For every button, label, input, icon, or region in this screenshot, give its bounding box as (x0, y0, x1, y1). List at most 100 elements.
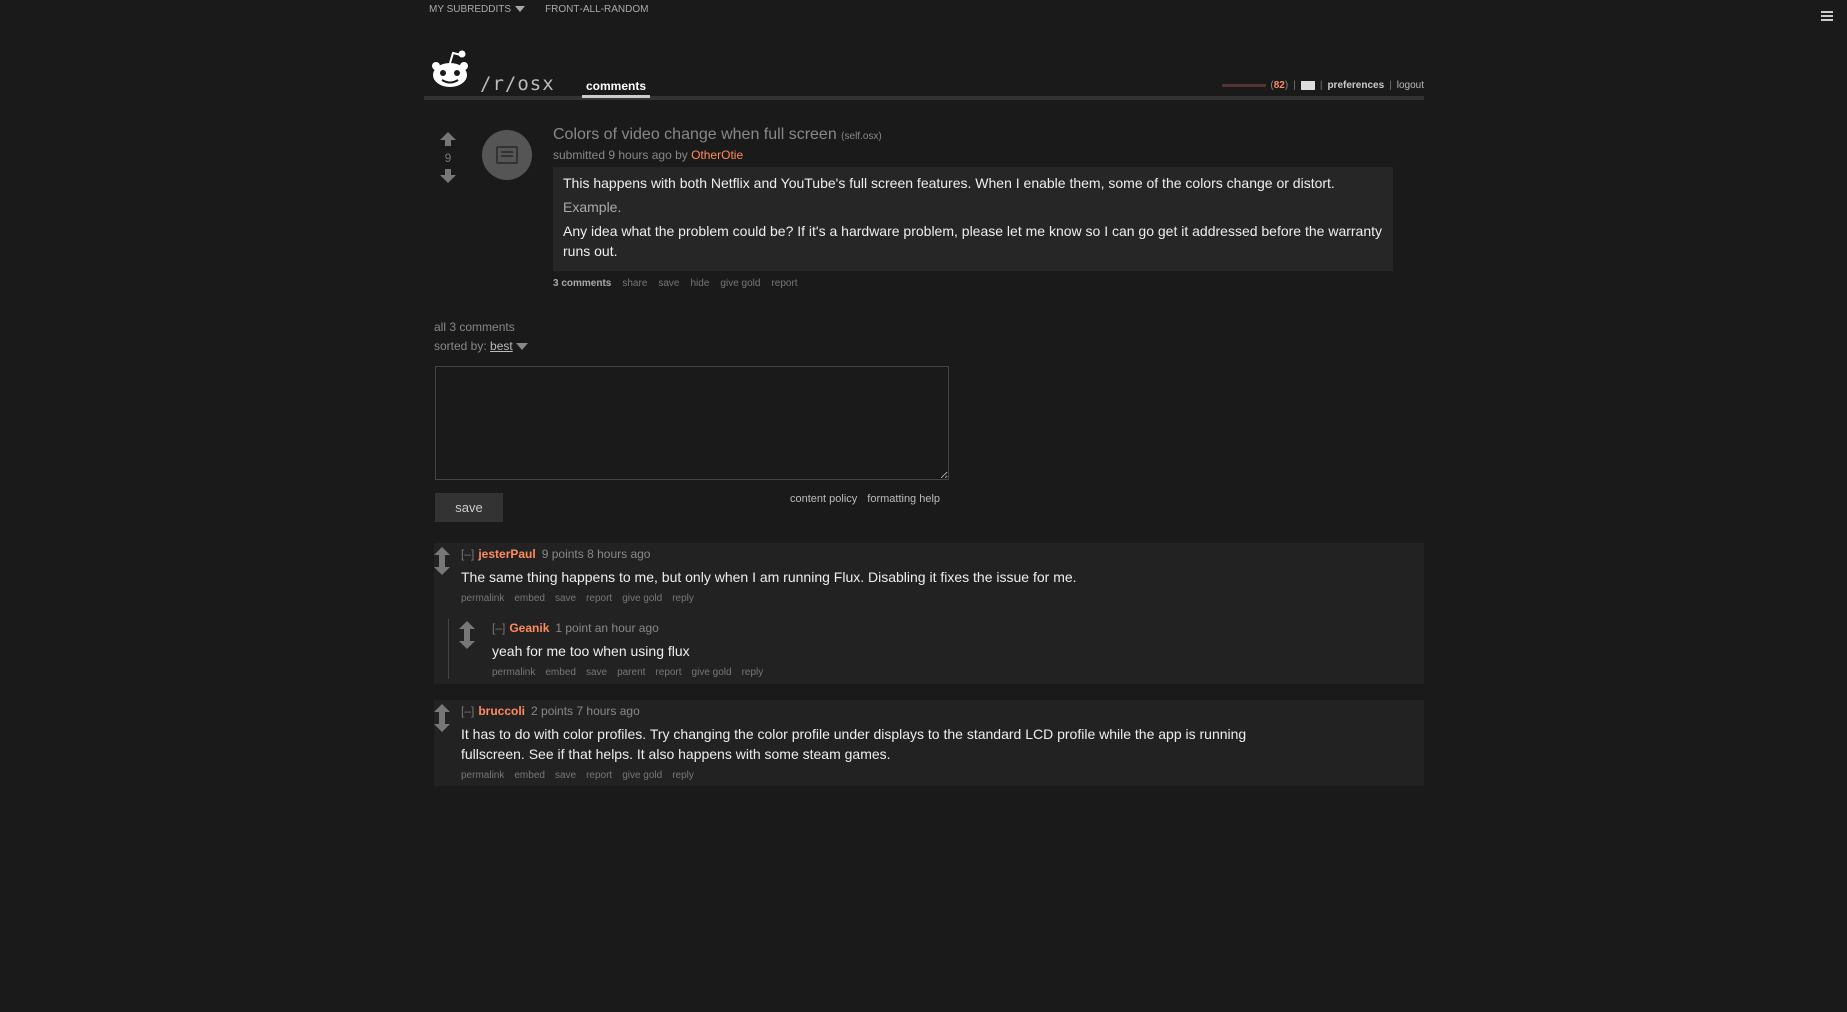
all-link[interactable]: ALL (583, 4, 601, 15)
share-link[interactable]: share (622, 278, 647, 289)
downvote-arrow-icon[interactable] (434, 561, 450, 576)
menu-icon[interactable] (1821, 11, 1833, 21)
all-comments-label[interactable]: all 3 comments (434, 320, 528, 334)
give-gold-link[interactable]: give gold (622, 593, 662, 604)
separator: | (1293, 80, 1296, 91)
reply-link[interactable]: reply (742, 667, 764, 678)
report-link[interactable]: report (771, 278, 797, 289)
collapse-toggle[interactable]: [–] (492, 621, 505, 635)
save-link[interactable]: save (586, 667, 607, 678)
comment-body: [–] Geanik 1 point an hour ago yeah for me… (492, 621, 1092, 678)
downvote-arrow-icon[interactable] (440, 169, 456, 184)
post-title[interactable]: Colors of video change when full screen (553, 126, 837, 143)
save-link[interactable]: save (658, 278, 679, 289)
my-subreddits-label: MY SUBREDDITS (429, 3, 512, 15)
comment-author[interactable]: bruccoli (478, 704, 525, 718)
comment-body: [–] bruccoli 2 points 7 hours ago It has t… (461, 704, 1281, 781)
embed-link[interactable]: embed (545, 667, 576, 678)
comment-tagline: [–] bruccoli 2 points 7 hours ago (461, 704, 1281, 718)
comments-link[interactable]: 3 comments (553, 278, 611, 289)
subreddit-name[interactable]: /r/osx (480, 73, 555, 95)
post-tagline: submitted 9 hours ago by OtherOtie (553, 148, 1393, 162)
reply-link[interactable]: reply (672, 770, 694, 781)
random-link[interactable]: RANDOM (604, 4, 648, 15)
self-post-thumbnail[interactable] (482, 130, 532, 180)
post-vote: 9 (436, 132, 460, 184)
comment-meta: 2 points 7 hours ago (531, 704, 640, 718)
comment-author[interactable]: jesterPaul (478, 547, 535, 561)
post-body: This happens with both Netflix and YouTu… (553, 167, 1393, 271)
comment-text: It has to do with color profiles. Try ch… (461, 724, 1281, 764)
header: /r/osx comments (82) | | preferences | l… (424, 46, 1424, 100)
comment-area-header: all 3 comments sorted by: best (434, 320, 528, 353)
comment-buttons: permalink embed save report give gold re… (461, 593, 1077, 604)
example-link[interactable]: Example. (563, 199, 621, 215)
comment-textarea[interactable] (435, 366, 949, 480)
downvote-arrow-icon[interactable] (434, 718, 450, 733)
karma-count: 82 (1273, 80, 1285, 91)
top-bar: MY SUBREDDITS FRONT - ALL - RANDOM (429, 2, 648, 16)
comment-buttons: permalink embed save report give gold re… (461, 770, 1281, 781)
content-policy-link[interactable]: content policy (790, 493, 857, 505)
separator: | (1319, 80, 1323, 91)
comment-body: [–] jesterPaul 9 points 8 hours ago The sa… (461, 547, 1077, 604)
report-link[interactable]: report (586, 770, 612, 781)
permalink-link[interactable]: permalink (461, 593, 504, 604)
front-link[interactable]: FRONT (545, 4, 579, 15)
permalink-link[interactable]: permalink (492, 667, 535, 678)
save-link[interactable]: save (555, 770, 576, 781)
comment-tagline: [–] jesterPaul 9 points 8 hours ago (461, 547, 1077, 561)
post-body-paragraph: This happens with both Netflix and YouTu… (563, 175, 1335, 191)
document-icon (496, 146, 518, 164)
chevron-down-icon[interactable] (515, 343, 528, 351)
reddit-logo-icon[interactable] (430, 50, 470, 90)
chevron-down-icon (515, 6, 526, 12)
report-link[interactable]: report (655, 667, 681, 678)
save-link[interactable]: save (555, 593, 576, 604)
comment: [–] jesterPaul 9 points 8 hours ago The sa… (434, 545, 1414, 615)
comment-vote (434, 547, 450, 576)
comment-meta: 9 points 8 hours ago (541, 547, 651, 561)
comment-text: yeah for me too when using flux (492, 643, 690, 659)
sort-dropdown[interactable]: best (490, 339, 513, 353)
collapse-toggle[interactable]: [–] (461, 547, 474, 561)
post-domain[interactable]: (self.osx) (841, 131, 882, 142)
mail-icon[interactable] (1300, 81, 1315, 90)
post-body-paragraph: Any idea what the problem could be? If i… (563, 223, 1383, 259)
give-gold-link[interactable]: give gold (692, 667, 732, 678)
comment-tagline: [–] Geanik 1 point an hour ago (492, 621, 1092, 635)
karma-bar (1222, 84, 1267, 87)
comment-vote (434, 704, 450, 733)
reply-link[interactable]: reply (672, 593, 694, 604)
parent-link[interactable]: parent (617, 667, 645, 678)
give-gold-link[interactable]: give gold (622, 770, 662, 781)
sorted-by-label: sorted by: (434, 339, 487, 353)
preferences-link[interactable]: preferences (1327, 80, 1384, 91)
downvote-arrow-icon[interactable] (459, 635, 475, 650)
permalink-link[interactable]: permalink (461, 770, 504, 781)
my-subreddits-dropdown[interactable]: MY SUBREDDITS (429, 3, 526, 15)
embed-link[interactable]: embed (514, 593, 545, 604)
post-author[interactable]: OtherOtie (691, 148, 743, 162)
give-gold-link[interactable]: give gold (720, 278, 760, 289)
comment-thread: [–] jesterPaul 9 points 8 hours ago The sa… (434, 543, 1424, 684)
tab-comments[interactable]: comments (582, 79, 651, 98)
upvote-arrow-icon[interactable] (434, 704, 450, 719)
report-link[interactable]: report (586, 593, 612, 604)
upvote-arrow-icon[interactable] (440, 132, 456, 147)
hide-link[interactable]: hide (691, 278, 710, 289)
comment-author[interactable]: Geanik (509, 621, 549, 635)
user-bar: (82) | | preferences | logout (1222, 80, 1424, 91)
embed-link[interactable]: embed (514, 770, 545, 781)
logout-link[interactable]: logout (1397, 80, 1424, 91)
collapse-toggle[interactable]: [–] (461, 704, 474, 718)
save-comment-button[interactable]: save (435, 493, 503, 522)
comment-thread: [–] bruccoli 2 points 7 hours ago It has t… (434, 700, 1424, 786)
upvote-arrow-icon[interactable] (434, 547, 450, 562)
post-score: 9 (444, 151, 452, 165)
formatting-help-link[interactable]: formatting help (867, 493, 940, 505)
submitted-text: submitted 9 hours ago by (553, 148, 688, 162)
upvote-arrow-icon[interactable] (459, 621, 475, 636)
comment-buttons: permalink embed save parent report give … (492, 667, 1092, 678)
top-links: FRONT - ALL - RANDOM (545, 4, 648, 15)
